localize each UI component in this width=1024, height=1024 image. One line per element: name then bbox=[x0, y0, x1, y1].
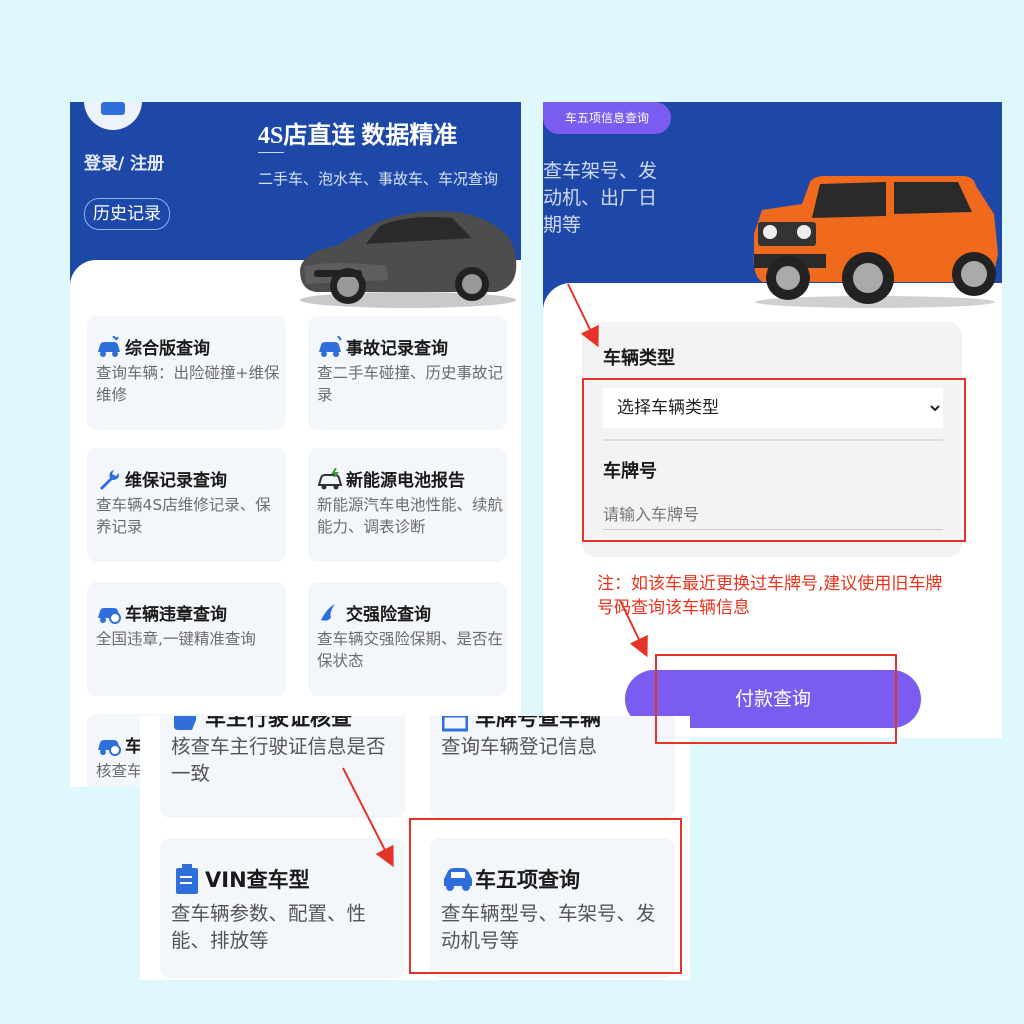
card-desc: 查询车辆：出险碰撞+维保维修 bbox=[96, 364, 280, 404]
card-comprehensive[interactable]: 综合版查询 查询车辆：出险碰撞+维保维修 bbox=[87, 316, 286, 430]
card-title: VIN查车型 bbox=[205, 868, 310, 892]
highlight-form-box bbox=[582, 378, 966, 542]
card-accident[interactable]: 事故记录查询 查二手车碰撞、历史事故记录 bbox=[308, 316, 507, 430]
plate-icon bbox=[442, 716, 468, 732]
divider bbox=[258, 152, 284, 153]
vehicle-type-label: 车辆类型 bbox=[603, 348, 675, 369]
car-search-icon bbox=[98, 740, 121, 756]
card-title: 交强险查询 bbox=[346, 605, 431, 625]
card-maintenance[interactable]: 维保记录查询 查车辆4S店维修记录、保养记录 bbox=[87, 448, 286, 562]
slogan-sub: 二手车、泡水车、事故车、车况查询 bbox=[258, 170, 499, 188]
car-crash-icon bbox=[319, 336, 342, 357]
card-license-check[interactable]: 车主行驶证核查 核查车主行驶证信息是否一致 bbox=[160, 716, 405, 818]
card-desc: 查询车辆登记信息 bbox=[441, 735, 598, 758]
card-desc: 查车辆交强险保期、是否在保状态 bbox=[317, 630, 504, 670]
shield-icon bbox=[321, 604, 335, 621]
wrench-icon bbox=[100, 470, 120, 490]
card-insurance[interactable]: 交强险查询 查车辆交强险保期、是否在保状态 bbox=[308, 582, 507, 696]
card-desc: 查二手车碰撞、历史事故记录 bbox=[317, 364, 504, 404]
card-desc: 核查车主行驶证信息是否一致 bbox=[171, 735, 386, 785]
card-title: 车牌号查车辆 bbox=[475, 716, 601, 728]
card-title: 维保记录查询 bbox=[125, 471, 227, 491]
car-search-icon bbox=[98, 336, 120, 357]
battery-car-icon bbox=[317, 468, 343, 490]
card-title: 车主行驶证核查 bbox=[205, 716, 352, 728]
card-title: 综合版查询 bbox=[125, 339, 210, 359]
card-desc: 查车辆4S店维修记录、保养记录 bbox=[96, 496, 271, 536]
left-screenshot: 登录/ 注册 历史记录 4S店直连 数据精准 二手车、泡水车、事故车、车况查询 … bbox=[70, 102, 521, 787]
sports-car-image bbox=[300, 211, 517, 308]
car-search-icon bbox=[98, 608, 121, 624]
card-vin-lookup[interactable]: VIN查车型 查车辆参数、配置、性能、排放等 bbox=[160, 838, 405, 978]
card-violation[interactable]: 车辆违章查询 全国违章,一键精准查询 bbox=[87, 582, 286, 696]
highlight-pay-box bbox=[655, 654, 897, 744]
slogan: 4S店直连 数据精准 bbox=[258, 123, 458, 149]
header-desc: 查车架号、发动机、出厂日期等 bbox=[543, 160, 658, 236]
card-desc: 查车辆参数、配置、性能、排放等 bbox=[171, 902, 367, 952]
card-title: 新能源电池报告 bbox=[346, 471, 465, 491]
plate-note: 注：如该车最近更换过车牌号,建议使用旧车牌号码查询该车辆信息 bbox=[597, 574, 943, 618]
card-title: 车辆违章查询 bbox=[125, 605, 227, 625]
highlight-card-box bbox=[409, 818, 682, 974]
id-card-icon bbox=[174, 716, 196, 730]
login-register-link[interactable]: 登录/ 注册 bbox=[84, 149, 164, 174]
clipboard-icon bbox=[176, 864, 198, 894]
card-desc: 新能源汽车电池性能、续航能力、调表诊断 bbox=[317, 496, 504, 536]
user-avatar-icon[interactable] bbox=[84, 102, 142, 130]
history-button[interactable]: 历史记录 bbox=[84, 198, 170, 230]
card-plate-lookup[interactable]: 车牌号查车辆 查询车辆登记信息 bbox=[430, 716, 675, 818]
suv-image bbox=[753, 176, 998, 308]
card-battery[interactable]: 新能源电池报告 新能源汽车电池性能、续航能力、调表诊断 bbox=[308, 448, 507, 562]
card-desc: 全国违章,一键精准查询 bbox=[96, 630, 256, 648]
query-type-badge: 车五项信息查询 bbox=[543, 102, 671, 134]
card-title: 事故记录查询 bbox=[346, 339, 448, 359]
